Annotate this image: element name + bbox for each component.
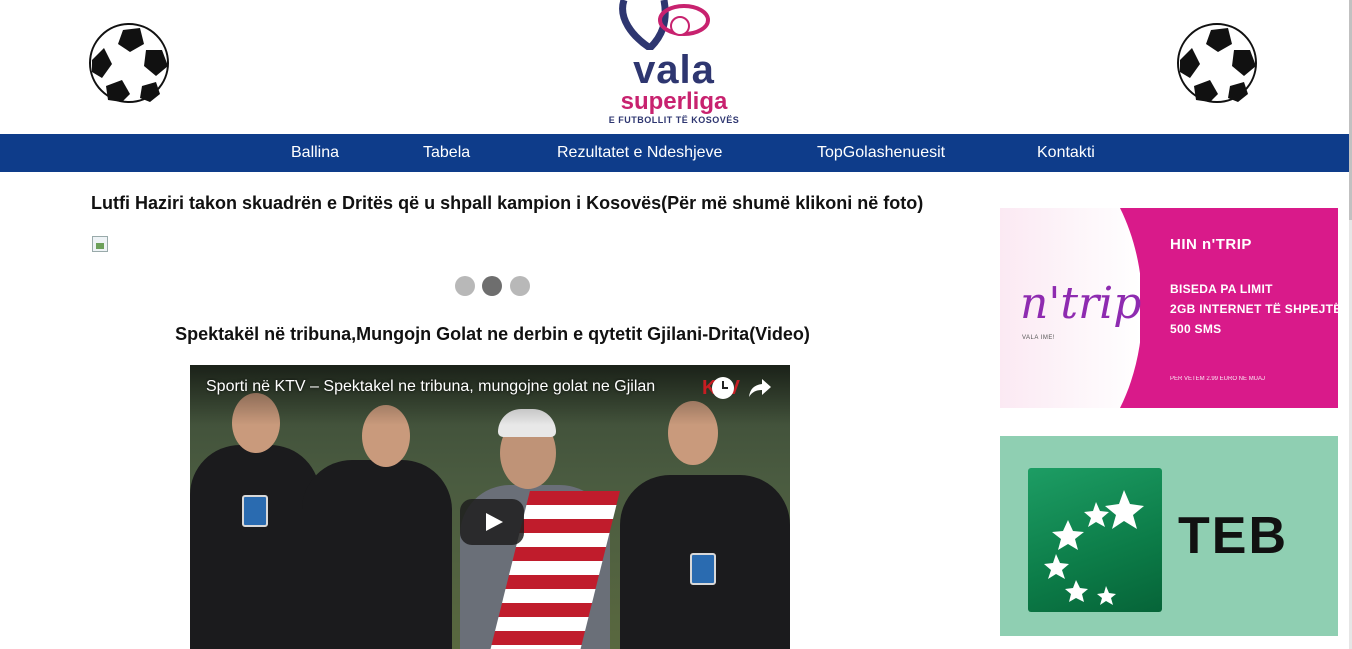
- ad-ntrip-line-2: 2GB INTERNET TË SHPEJTË: [1170, 302, 1338, 316]
- nav-item-rezultatet[interactable]: Rezultatet e Ndeshjeve: [557, 134, 722, 172]
- share-icon[interactable]: [748, 377, 772, 399]
- teb-logo-tile: [1028, 468, 1162, 612]
- nav-item-topgolashenuesit[interactable]: TopGolashenuesit: [817, 134, 945, 172]
- slider-dot-2[interactable]: [482, 276, 502, 296]
- slider-dot-3[interactable]: [510, 276, 530, 296]
- clock-icon[interactable]: [712, 377, 734, 399]
- logo-word-main: vala: [633, 48, 715, 92]
- video-headline: Spektakël në tribuna,Mungojn Golat ne de…: [175, 324, 810, 344]
- teb-stars-icon: [1044, 490, 1144, 605]
- ad-ntrip-heading: HIN n'TRIP: [1170, 236, 1252, 253]
- video-figure: [190, 445, 320, 649]
- soccer-ball-icon: [1177, 23, 1257, 103]
- video-player[interactable]: Sporti në KTV – Spektakel ne tribuna, mu…: [190, 365, 790, 649]
- nav-item-tabela[interactable]: Tabela: [423, 134, 470, 172]
- logo-pin-icon: [619, 0, 710, 50]
- ad-teb-banner[interactable]: TEB: [1000, 436, 1338, 636]
- news-headline-link[interactable]: Lutfi Haziri takon skuadrën e Dritës që …: [91, 193, 923, 214]
- ntrip-logo: n'trip: [1020, 278, 1142, 329]
- page: vala superliga E FUTBOLLIT TË KOSOVËS Ba…: [0, 0, 1352, 649]
- news-image[interactable]: [92, 236, 108, 252]
- video-title[interactable]: Sporti në KTV – Spektakel ne tribuna, mu…: [206, 378, 706, 396]
- ntrip-logo-sub: VALA IME!: [1022, 335, 1056, 341]
- teb-brand-text: TEB: [1178, 507, 1288, 565]
- nav-item-kontakti[interactable]: Kontakti: [1037, 134, 1095, 172]
- ad-ntrip-banner[interactable]: n'trip VALA IME! HIN n'TRIP BISEDA PA LI…: [1000, 208, 1338, 408]
- soccer-ball-icon: [89, 23, 169, 103]
- main-nav: Ballina Tabela Rezultatet e Ndeshjeve To…: [0, 134, 1349, 172]
- nav-item-ballina[interactable]: Ballina: [291, 134, 339, 172]
- ad-ntrip-line-1: BISEDA PA LIMIT: [1170, 282, 1273, 296]
- logo-word-sub: superliga: [620, 88, 728, 115]
- play-icon[interactable]: [460, 499, 524, 545]
- site-header: vala superliga E FUTBOLLIT TË KOSOVËS: [0, 0, 1352, 134]
- ad-ntrip-fine-print: PER VETEM 2.99 EURO NE MUAJ: [1170, 376, 1266, 382]
- ad-ntrip-line-3: 500 SMS: [1170, 322, 1222, 336]
- slider-dot-1[interactable]: [455, 276, 475, 296]
- site-logo[interactable]: vala superliga E FUTBOLLIT TË KOSOVËS: [588, 0, 760, 130]
- fifa-badge-icon: [242, 495, 268, 527]
- logo-tagline: E FUTBOLLIT TË KOSOVËS: [608, 115, 740, 125]
- fifa-badge-icon: [690, 553, 716, 585]
- video-figure: [302, 460, 452, 649]
